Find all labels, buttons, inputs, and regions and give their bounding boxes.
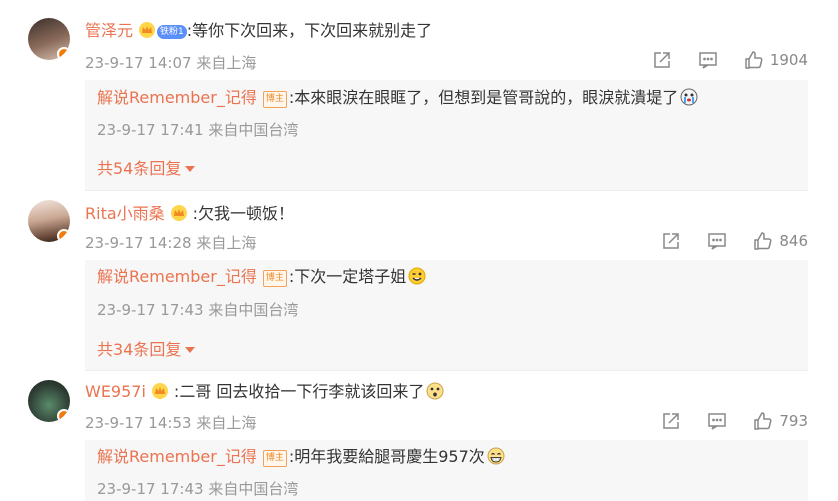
reply-time: 23-9-17 17:43 — [97, 480, 204, 498]
verified-badge-icon — [57, 409, 70, 422]
more-replies-link[interactable]: 共54条回复 — [97, 155, 196, 179]
comment-username[interactable]: WE957i — [85, 382, 146, 401]
crown-icon — [151, 383, 168, 399]
more-replies-text: 共54条回复 — [97, 159, 182, 178]
verified-badge-icon — [57, 47, 70, 60]
reply-location: 来自中国台湾 — [208, 480, 299, 498]
reply-box: 解说Remember_记得 博主:明年我要給腿哥慶生957次 23-9-17 17… — [85, 440, 808, 501]
comment-line: Rita小雨桑 :欠我一顿饭！ — [85, 203, 294, 225]
comment-line: 管泽元 铁粉1:等你下次回来，下次回来就别走了 — [85, 20, 432, 42]
comment-actions: 846 — [635, 231, 808, 251]
wink-emoji-icon — [408, 267, 426, 285]
reply-time: 23-9-17 17:43 — [97, 301, 204, 319]
reply-location: 来自中国台湾 — [208, 121, 299, 139]
like-count: 793 — [779, 412, 808, 430]
comment-text: :欠我一顿饭！ — [192, 204, 295, 223]
more-replies-text: 共34条回复 — [97, 340, 182, 359]
host-badge: 博主 — [262, 91, 287, 108]
comment-location: 来自上海 — [196, 234, 257, 252]
comment-icon — [699, 52, 717, 69]
crying-emoji-icon — [680, 88, 698, 106]
like-button[interactable]: 793 — [753, 411, 808, 431]
share-button[interactable] — [661, 411, 681, 431]
comment-actions: 793 — [635, 411, 808, 431]
fan-badge[interactable]: 铁粉1 — [157, 25, 187, 39]
comment-text: :等你下次回来，下次回来就别走了 — [186, 21, 433, 40]
like-count: 846 — [779, 232, 808, 250]
like-button[interactable]: 1904 — [744, 50, 808, 70]
reply-location: 来自中国台湾 — [208, 301, 299, 319]
reply-username[interactable]: 解说Remember_记得 — [97, 88, 257, 107]
reply-meta: 23-9-17 17:43 来自中国台湾 — [97, 478, 298, 499]
comment-location: 来自上海 — [196, 54, 257, 72]
caret-down-icon — [185, 347, 196, 353]
grin-emoji-icon — [487, 447, 505, 465]
like-icon — [754, 412, 772, 430]
like-icon — [745, 51, 763, 69]
comment-meta: 23-9-17 14:07 来自上海 — [85, 52, 256, 73]
more-replies-link[interactable]: 共34条回复 — [97, 336, 196, 360]
comment-time: 23-9-17 14:07 — [85, 54, 192, 72]
share-button[interactable] — [661, 231, 681, 251]
like-count: 1904 — [769, 51, 808, 69]
comment-time: 23-9-17 14:28 — [85, 234, 192, 252]
reply-meta: 23-9-17 17:43 来自中国台湾 — [97, 299, 298, 320]
reply-line: 解说Remember_记得 博主:明年我要給腿哥慶生957次 — [97, 446, 505, 468]
comment-icon — [708, 233, 727, 250]
reply-line: 解说Remember_记得 博主:下次一定塔子姐 — [97, 266, 426, 288]
comment-actions: 1904 — [626, 50, 808, 70]
reply-meta: 23-9-17 17:41 来自中国台湾 — [97, 119, 298, 140]
comment-icon — [708, 413, 727, 430]
comment-meta: 23-9-17 14:28 来自上海 — [85, 232, 256, 253]
comment-item: Rita小雨桑 :欠我一顿饭！ 23-9-17 14:28 来自上海 846 解说… — [0, 190, 838, 370]
crown-icon — [139, 22, 156, 38]
share-icon — [663, 413, 680, 429]
reply-line: 解说Remember_记得 博主:本來眼淚在眼眶了，但想到是管哥說的，眼淚就潰堤了 — [97, 87, 698, 109]
comment-username[interactable]: 管泽元 — [85, 21, 133, 40]
like-button[interactable]: 846 — [753, 231, 808, 251]
comment-meta: 23-9-17 14:53 来自上海 — [85, 412, 256, 433]
comment-button[interactable] — [707, 231, 727, 251]
reply-text: :本來眼淚在眼眶了，但想到是管哥說的，眼淚就潰堤了 — [288, 88, 679, 107]
comment-line: WE957i :二哥 回去收拾一下行李就该回来了 — [85, 381, 444, 403]
comment-item: WE957i :二哥 回去收拾一下行李就该回来了 23-9-17 14:53 来自… — [0, 370, 838, 501]
share-icon — [654, 52, 670, 68]
comment-location: 来自上海 — [196, 414, 257, 432]
avatar[interactable] — [28, 200, 70, 242]
reply-box: 解说Remember_记得 博主:下次一定塔子姐 23-9-17 17:43 来自… — [85, 260, 808, 370]
like-icon — [754, 232, 772, 250]
host-badge: 博主 — [262, 270, 287, 287]
crown-icon — [170, 205, 187, 221]
avatar[interactable] — [28, 18, 70, 60]
comment-username[interactable]: Rita小雨桑 — [85, 204, 165, 223]
reply-username[interactable]: 解说Remember_记得 — [97, 267, 257, 286]
avatar[interactable] — [28, 380, 70, 422]
surprised-emoji-icon — [426, 382, 444, 400]
reply-time: 23-9-17 17:41 — [97, 121, 204, 139]
host-badge: 博主 — [262, 450, 287, 467]
reply-box: 解说Remember_记得 博主:本來眼淚在眼眶了，但想到是管哥說的，眼淚就潰堤了… — [85, 80, 808, 190]
comment-time: 23-9-17 14:53 — [85, 414, 192, 432]
comment-button[interactable] — [698, 50, 718, 70]
reply-username[interactable]: 解说Remember_记得 — [97, 447, 257, 466]
share-button[interactable] — [652, 50, 672, 70]
reply-text: :下次一定塔子姐 — [288, 267, 407, 286]
share-icon — [663, 233, 680, 249]
caret-down-icon — [185, 166, 196, 172]
verified-badge-icon — [57, 229, 70, 242]
reply-text: :明年我要給腿哥慶生957次 — [288, 447, 485, 466]
comment-button[interactable] — [707, 411, 727, 431]
comment-text: :二哥 回去收拾一下行李就该回来了 — [173, 382, 425, 401]
comment-item: 管泽元 铁粉1:等你下次回来，下次回来就别走了 23-9-17 14:07 来自上… — [0, 0, 838, 190]
